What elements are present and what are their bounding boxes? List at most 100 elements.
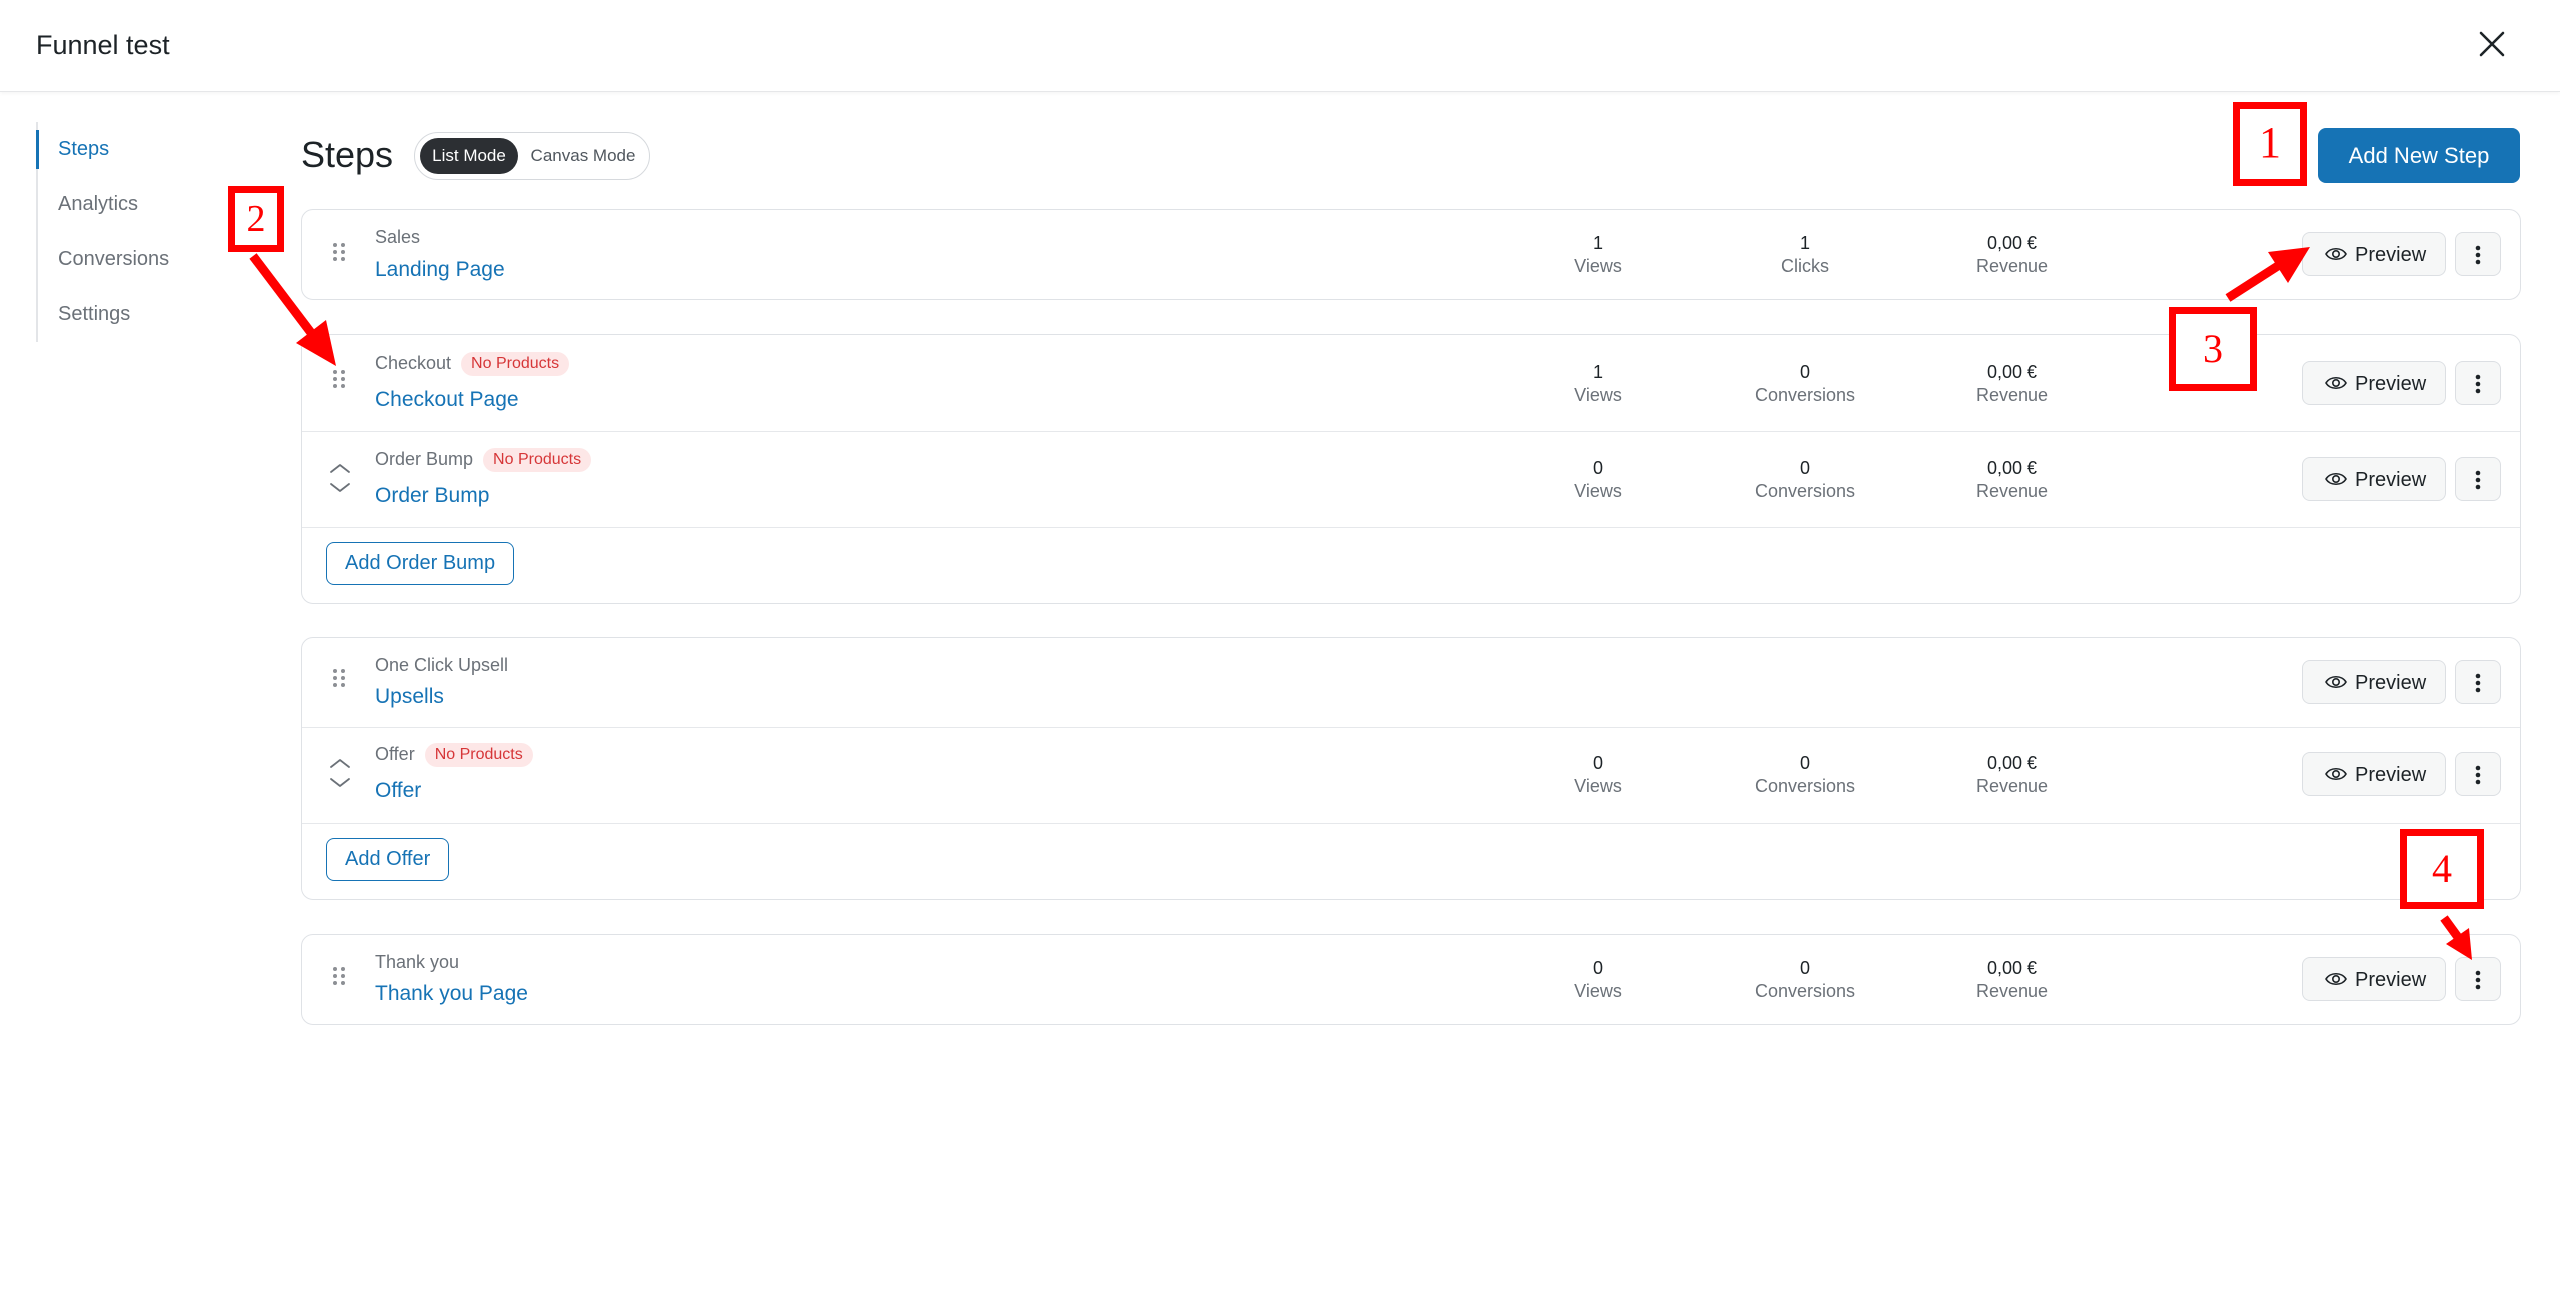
step-type-text: Checkout xyxy=(375,352,452,373)
sidebar-item-steps[interactable]: Steps xyxy=(36,122,236,177)
preview-button[interactable]: Preview xyxy=(2302,752,2446,796)
step-card-sales: Sales Landing Page 1 Views 1 Clicks 0,00… xyxy=(301,209,2521,300)
stat-value: 0 xyxy=(1592,458,1603,478)
stat-views: 0 Views xyxy=(1518,957,1678,1003)
annotation-marker-4: 4 xyxy=(2400,829,2484,909)
stat-value: 0 xyxy=(1592,753,1603,773)
reorder-arrows-icon[interactable] xyxy=(328,460,352,496)
eye-icon xyxy=(2325,767,2347,781)
step-name-link[interactable]: Thank you Page xyxy=(375,982,528,1006)
stat-conversions: 0 Conversions xyxy=(1725,957,1885,1003)
stat-value: 0 xyxy=(1592,958,1603,978)
stat-views: 0 Views xyxy=(1518,752,1678,798)
sidebar-item-conversions[interactable]: Conversions xyxy=(38,232,236,287)
stat-label: Conversions xyxy=(1754,481,1856,501)
more-options-button[interactable] xyxy=(2455,660,2501,704)
step-row-thankyou: Thank you Thank you Page 0 Views 0 Conve… xyxy=(302,935,2520,1026)
preview-button[interactable]: Preview xyxy=(2302,957,2446,1001)
annotation-marker-3: 3 xyxy=(2169,307,2257,391)
preview-button[interactable]: Preview xyxy=(2302,660,2446,704)
stat-views: 1 Views xyxy=(1518,232,1678,278)
step-name-link[interactable]: Offer xyxy=(375,779,421,803)
step-type-label: Offer No Products xyxy=(375,743,533,767)
more-options-button[interactable] xyxy=(2455,232,2501,276)
preview-button[interactable]: Preview xyxy=(2302,361,2446,405)
step-name-link[interactable]: Checkout Page xyxy=(375,388,519,412)
list-mode-button[interactable]: List Mode xyxy=(420,138,518,174)
page-title: Steps xyxy=(301,134,394,175)
stat-label: Views xyxy=(1574,385,1622,405)
stat-value: 0,00 € xyxy=(1986,233,2038,253)
stat-label: Revenue xyxy=(1975,481,2049,501)
drag-handle-icon[interactable] xyxy=(332,966,346,986)
stat-views: 1 Views xyxy=(1518,361,1678,407)
step-name-link[interactable]: Landing Page xyxy=(375,258,505,282)
sidebar-item-analytics[interactable]: Analytics xyxy=(38,177,236,232)
step-type-text: Order Bump xyxy=(375,448,474,469)
row-divider xyxy=(302,527,2520,528)
more-vertical-icon xyxy=(2475,245,2481,265)
step-name-link[interactable]: Order Bump xyxy=(375,484,489,508)
stat-conversions: 0 Conversions xyxy=(1725,752,1885,798)
step-row-sales: Sales Landing Page 1 Views 1 Clicks 0,00… xyxy=(302,210,2520,301)
reorder-arrows-icon[interactable] xyxy=(328,755,352,791)
step-card-upsell: One Click Upsell Upsells Preview Offer No… xyxy=(301,637,2521,900)
more-vertical-icon xyxy=(2475,673,2481,693)
preview-label: Preview xyxy=(2355,969,2427,991)
stat-conversions: 0 Conversions xyxy=(1725,361,1885,407)
preview-button[interactable]: Preview xyxy=(2302,457,2446,501)
stat-value: 1 xyxy=(1592,362,1603,382)
stat-value: 0,00 € xyxy=(1986,753,2038,773)
stat-label: Conversions xyxy=(1754,981,1856,1001)
more-vertical-icon xyxy=(2475,970,2481,990)
add-offer-button[interactable]: Add Offer xyxy=(326,838,450,881)
step-name-link[interactable]: Upsells xyxy=(375,685,444,709)
canvas-mode-button[interactable]: Canvas Mode xyxy=(521,138,645,174)
more-options-button[interactable] xyxy=(2455,752,2501,796)
stat-label: Conversions xyxy=(1754,385,1856,405)
sidebar-nav: Steps Analytics Conversions Settings xyxy=(36,122,236,342)
more-options-button[interactable] xyxy=(2455,957,2501,1001)
close-button[interactable] xyxy=(2474,26,2510,62)
more-options-button[interactable] xyxy=(2455,457,2501,501)
stat-revenue: 0,00 € Revenue xyxy=(1932,752,2092,798)
preview-button[interactable]: Preview xyxy=(2302,232,2446,276)
eye-icon xyxy=(2325,675,2347,689)
no-products-badge: No Products xyxy=(461,352,570,376)
stat-label: Views xyxy=(1574,776,1622,796)
stat-label: Revenue xyxy=(1975,776,2049,796)
add-order-bump-button[interactable]: Add Order Bump xyxy=(326,542,515,585)
stat-views: 0 Views xyxy=(1518,457,1678,503)
stat-label: Clicks xyxy=(1781,256,1829,276)
stat-revenue: 0,00 € Revenue xyxy=(1932,957,2092,1003)
preview-label: Preview xyxy=(2355,469,2427,491)
step-card-thankyou: Thank you Thank you Page 0 Views 0 Conve… xyxy=(301,934,2521,1025)
stat-revenue: 0,00 € Revenue xyxy=(1932,457,2092,503)
preview-label: Preview xyxy=(2355,373,2427,395)
no-products-badge: No Products xyxy=(424,743,533,767)
stat-revenue: 0,00 € Revenue xyxy=(1932,232,2092,278)
drag-handle-icon[interactable] xyxy=(332,668,346,688)
close-icon xyxy=(2479,31,2505,57)
eye-icon xyxy=(2325,247,2347,261)
more-vertical-icon xyxy=(2475,765,2481,785)
annotation-marker-2: 2 xyxy=(228,186,284,252)
preview-label: Preview xyxy=(2355,764,2427,786)
top-bar: Funnel test xyxy=(0,0,2560,92)
more-options-button[interactable] xyxy=(2455,361,2501,405)
preview-label: Preview xyxy=(2355,672,2427,694)
stat-revenue: 0,00 € Revenue xyxy=(1932,361,2092,407)
add-new-step-button[interactable]: Add New Step xyxy=(2318,128,2520,183)
drag-handle-icon[interactable] xyxy=(332,242,346,262)
stat-value: 0,00 € xyxy=(1986,958,2038,978)
stat-value: 0 xyxy=(1799,458,1810,478)
stat-label: Revenue xyxy=(1975,256,2049,276)
drag-handle-icon[interactable] xyxy=(332,369,346,389)
stat-value: 0 xyxy=(1799,958,1810,978)
step-type-label: Thank you xyxy=(375,952,460,972)
sidebar-item-settings[interactable]: Settings xyxy=(38,287,236,342)
stat-value: 0 xyxy=(1799,362,1810,382)
stat-label: Revenue xyxy=(1975,981,2049,1001)
stat-value: 1 xyxy=(1592,233,1603,253)
step-type-label: One Click Upsell xyxy=(375,655,509,675)
